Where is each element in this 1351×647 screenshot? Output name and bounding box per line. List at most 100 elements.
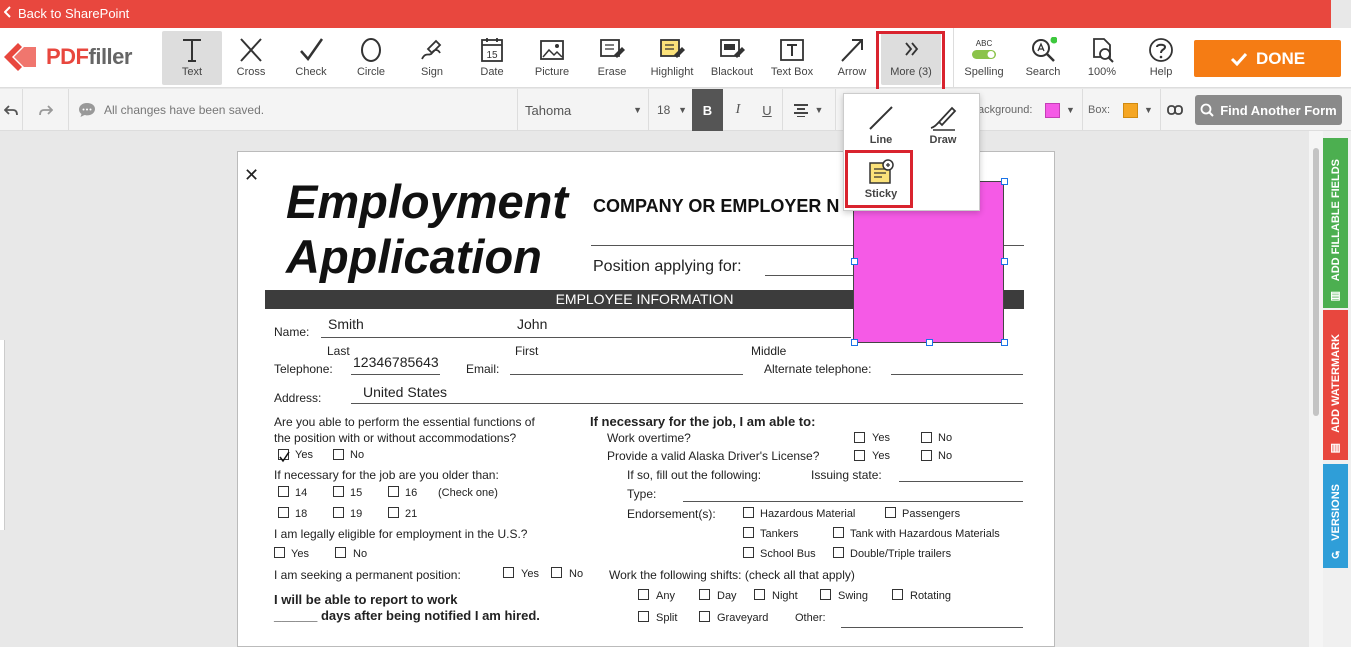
age-16-checkbox[interactable] bbox=[388, 486, 399, 497]
redo-button[interactable] bbox=[30, 89, 62, 131]
overtime-no-checkbox[interactable] bbox=[921, 432, 932, 443]
tool-arrow[interactable]: Arrow bbox=[822, 31, 882, 85]
eligible-yes-checkbox[interactable] bbox=[274, 547, 285, 558]
address-value[interactable]: United States bbox=[363, 384, 447, 400]
endorse-passengers-checkbox[interactable] bbox=[885, 507, 896, 518]
background-swatch bbox=[1045, 102, 1061, 118]
email-label: Email: bbox=[466, 362, 500, 376]
tool-help[interactable]: Help bbox=[1131, 31, 1191, 85]
italic-button[interactable]: I bbox=[725, 89, 751, 131]
tool-search[interactable]: Search bbox=[1013, 31, 1073, 85]
more-highlight-frame bbox=[876, 31, 945, 92]
box-color-select[interactable]: ▼ bbox=[1118, 89, 1158, 131]
align-select[interactable]: ▼ bbox=[786, 89, 830, 131]
age-16: 16 bbox=[405, 487, 418, 499]
menu-line-label: Line bbox=[869, 134, 893, 146]
shift-any-checkbox[interactable] bbox=[638, 589, 649, 600]
telephone-value[interactable]: 12346785643 bbox=[353, 354, 439, 370]
resize-handle[interactable] bbox=[1001, 339, 1008, 346]
tab-add-fillable-fields[interactable]: ADD FILLABLE FIELDS ▤ bbox=[1323, 138, 1348, 308]
resize-handle[interactable] bbox=[1001, 178, 1008, 185]
underline-button[interactable]: U bbox=[753, 89, 781, 131]
tool-highlight[interactable]: Highlight bbox=[642, 31, 702, 85]
tool-sign[interactable]: Sign bbox=[402, 31, 462, 85]
cross-icon bbox=[240, 38, 262, 62]
issuing-state-line bbox=[899, 481, 1023, 482]
tool-textbox[interactable]: Text Box bbox=[762, 31, 822, 85]
type-label: Type: bbox=[627, 487, 657, 501]
resize-handle[interactable] bbox=[926, 339, 933, 346]
last-name-value[interactable]: Smith bbox=[328, 316, 364, 332]
overtime-yes-checkbox[interactable] bbox=[854, 432, 865, 443]
redo-icon bbox=[39, 105, 53, 116]
endorse-hazmat-checkbox[interactable] bbox=[743, 507, 754, 518]
tool-date[interactable]: 15 Date bbox=[462, 31, 522, 85]
sticky-highlight-frame bbox=[845, 150, 913, 208]
license-no: No bbox=[938, 450, 953, 462]
shift-graveyard-checkbox[interactable] bbox=[699, 611, 710, 622]
permanent-no-checkbox[interactable] bbox=[551, 567, 562, 578]
endorse-tankers-checkbox[interactable] bbox=[743, 527, 754, 538]
done-button[interactable]: DONE bbox=[1194, 40, 1341, 77]
shift-swing-checkbox[interactable] bbox=[820, 589, 831, 600]
age-19-checkbox[interactable] bbox=[333, 507, 344, 518]
bold-button[interactable]: B bbox=[692, 89, 723, 131]
shift-night-checkbox[interactable] bbox=[754, 589, 765, 600]
menu-item-draw[interactable]: Draw bbox=[912, 96, 974, 151]
font-size-value: 18 bbox=[657, 103, 671, 117]
tool-cross[interactable]: Cross bbox=[221, 31, 281, 85]
tool-text[interactable]: Text bbox=[162, 31, 222, 85]
license-yes-checkbox[interactable] bbox=[854, 450, 865, 461]
background-color-select[interactable]: ▼ bbox=[1040, 89, 1080, 131]
menu-item-line[interactable]: Line bbox=[850, 96, 912, 151]
find-another-form-button[interactable]: Find Another Form bbox=[1195, 95, 1342, 125]
left-thumbnail-pane[interactable] bbox=[0, 340, 5, 530]
back-to-sharepoint-link[interactable]: Back to SharePoint bbox=[3, 6, 129, 21]
overtime-yes: Yes bbox=[872, 432, 890, 444]
tool-circle[interactable]: Circle bbox=[341, 31, 401, 85]
essential-no-checkbox[interactable] bbox=[333, 449, 344, 460]
first-name-value[interactable]: John bbox=[517, 316, 547, 332]
scrollbar-thumb[interactable] bbox=[1313, 148, 1319, 416]
close-icon[interactable]: ✕ bbox=[244, 165, 259, 186]
eligible-no-checkbox[interactable] bbox=[335, 547, 346, 558]
font-size-select[interactable]: 18 ▼ bbox=[649, 89, 692, 131]
font-select[interactable]: Tahoma ▼ bbox=[518, 89, 648, 131]
link-button[interactable] bbox=[1162, 89, 1188, 131]
endorse-double-checkbox[interactable] bbox=[833, 547, 844, 558]
tool-sign-label: Sign bbox=[420, 66, 444, 78]
shift-rotating-checkbox[interactable] bbox=[892, 589, 903, 600]
resize-handle[interactable] bbox=[1001, 258, 1008, 265]
save-status: All changes have been saved. bbox=[104, 103, 265, 117]
tool-picture[interactable]: Picture bbox=[522, 31, 582, 85]
tool-spelling[interactable]: ABC Spelling bbox=[954, 31, 1014, 85]
tool-blackout[interactable]: Blackout bbox=[702, 31, 762, 85]
tab-fillable-label: ADD FILLABLE FIELDS bbox=[1329, 158, 1342, 281]
resize-handle[interactable] bbox=[851, 258, 858, 265]
essential-no: No bbox=[350, 449, 365, 461]
age-18-checkbox[interactable] bbox=[278, 507, 289, 518]
permanent-yes-checkbox[interactable] bbox=[503, 567, 514, 578]
endorse-tank-hazmat-checkbox[interactable] bbox=[833, 527, 844, 538]
shift-split-checkbox[interactable] bbox=[638, 611, 649, 622]
age-15-checkbox[interactable] bbox=[333, 486, 344, 497]
undo-button[interactable] bbox=[0, 89, 22, 131]
q-able: If necessary for the job, I am able to: bbox=[590, 414, 816, 429]
telephone-line bbox=[351, 374, 440, 375]
endorse-schoolbus-checkbox[interactable] bbox=[743, 547, 754, 558]
permanent-no: No bbox=[569, 568, 584, 580]
age-14-checkbox[interactable] bbox=[278, 486, 289, 497]
tool-check[interactable]: Check bbox=[281, 31, 341, 85]
tool-zoom[interactable]: 100% bbox=[1072, 31, 1132, 85]
box-label: Box: bbox=[1088, 104, 1111, 116]
overtime-no: No bbox=[938, 432, 953, 444]
tab-versions[interactable]: VERSIONS ↺ bbox=[1323, 464, 1348, 568]
tab-add-watermark[interactable]: ADD WATERMARK ▥ bbox=[1323, 310, 1348, 460]
license-no-checkbox[interactable] bbox=[921, 450, 932, 461]
tool-erase[interactable]: Erase bbox=[582, 31, 642, 85]
resize-handle[interactable] bbox=[851, 339, 858, 346]
age-21-checkbox[interactable] bbox=[388, 507, 399, 518]
shift-day-checkbox[interactable] bbox=[699, 589, 710, 600]
essential-yes-checkbox[interactable] bbox=[278, 449, 290, 463]
calendar-day: 15 bbox=[486, 50, 498, 61]
